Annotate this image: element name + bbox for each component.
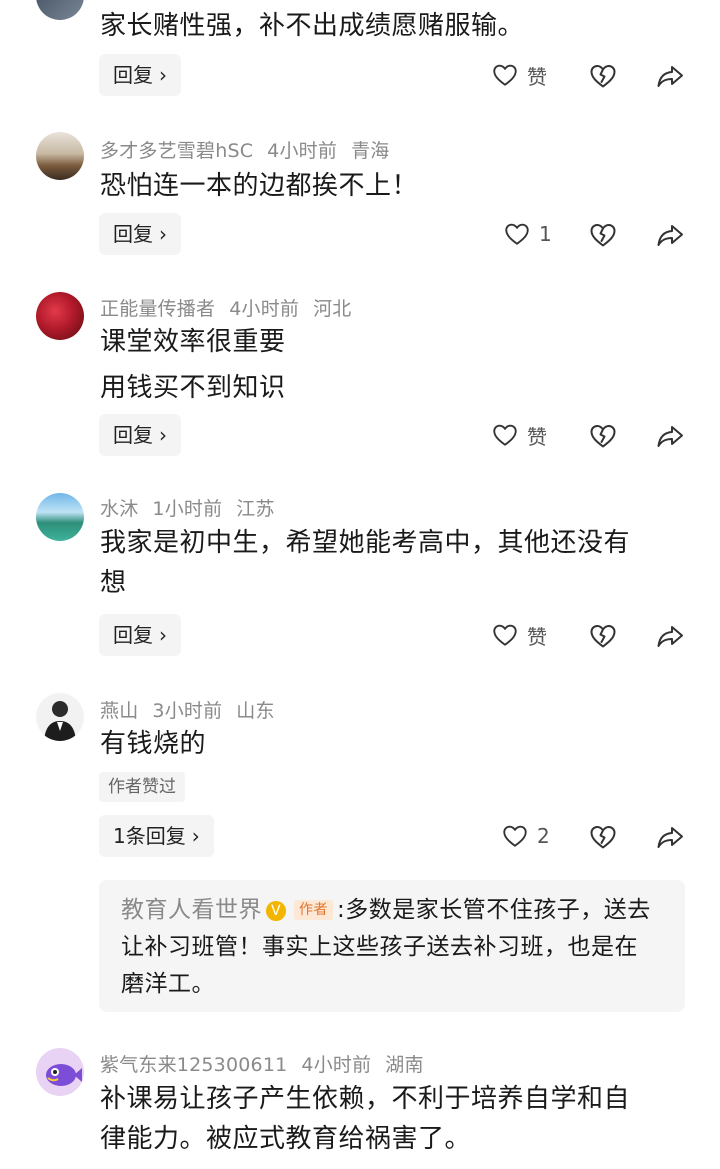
username[interactable]: 多才多艺雪碧hSC <box>100 140 253 162</box>
avatar[interactable] <box>36 132 84 180</box>
author-tag: 作者 <box>294 900 333 920</box>
author-liked-badge: 作者赞过 <box>99 772 185 802</box>
location: 江苏 <box>236 498 275 520</box>
chevron-right-icon: › <box>191 824 200 848</box>
reply-button[interactable]: 回复 › <box>99 54 181 96</box>
reply-label: 回复 <box>113 63 153 87</box>
comment-text: 家长赌性强，补不出成绩愿赌服输。 <box>100 11 525 41</box>
share-arrow-icon[interactable] <box>655 220 685 250</box>
timestamp: 3小时前 <box>152 700 223 722</box>
reply-button[interactable]: 回复 › <box>99 213 181 255</box>
username[interactable]: 正能量传播者 <box>100 298 215 320</box>
sub-reply-separator: : <box>337 897 346 923</box>
comment-line: 课堂效率很重要 <box>100 327 286 357</box>
location: 青海 <box>351 140 390 162</box>
comment-meta: 正能量传播者 4小时前 河北 <box>100 294 366 321</box>
reply-button[interactable]: 回复 › <box>99 614 181 656</box>
like-button[interactable]: 赞 <box>491 54 547 96</box>
location: 河北 <box>313 298 352 320</box>
heart-icon <box>491 421 519 449</box>
expand-replies-button[interactable]: 1条回复 › <box>99 815 214 857</box>
comment-text: 课堂效率很重要 用钱买不到知识 <box>100 322 690 408</box>
chevron-right-icon: › <box>159 623 167 647</box>
broken-heart-icon[interactable] <box>588 822 618 852</box>
like-count: 赞 <box>527 624 547 649</box>
like-button[interactable]: 赞 <box>491 414 547 456</box>
like-button[interactable]: 2 <box>501 815 550 857</box>
sub-reply-box[interactable]: 教育人看世界 V 作者:多数是家长管不住孩子，送去让补习班管！事实上这些孩子送去补习… <box>99 880 685 1012</box>
comment-line: 用钱买不到知识 <box>100 373 286 403</box>
broken-heart-icon[interactable] <box>588 621 618 651</box>
like-count: 赞 <box>527 64 547 89</box>
share-arrow-icon[interactable] <box>655 822 685 852</box>
like-count: 1 <box>539 222 552 246</box>
reply-label: 回复 <box>113 623 153 647</box>
timestamp: 4小时前 <box>301 1054 372 1076</box>
comment-text: 有钱烧的 <box>100 729 207 759</box>
share-arrow-icon[interactable] <box>655 421 685 451</box>
comment-meta: 燕山 3小时前 山东 <box>100 696 289 723</box>
chevron-right-icon: › <box>159 63 167 87</box>
share-arrow-icon[interactable] <box>655 621 685 651</box>
timestamp: 4小时前 <box>229 298 300 320</box>
heart-icon <box>491 61 519 89</box>
avatar[interactable] <box>36 292 84 340</box>
comment-meta: 水沐 1小时前 江苏 <box>100 494 289 521</box>
location: 湖南 <box>385 1054 424 1076</box>
reply-count-label: 1条回复 <box>113 824 186 848</box>
comment-meta: 紫气东来125300611 4小时前 湖南 <box>100 1050 438 1077</box>
verified-badge-icon: V <box>266 901 286 921</box>
like-count: 2 <box>537 824 550 848</box>
avatar[interactable] <box>36 693 84 741</box>
heart-icon <box>491 621 519 649</box>
comment-line: 补课易让孩子产生依赖，不利于培养自学和自 <box>100 1084 631 1114</box>
timestamp: 1小时前 <box>152 498 223 520</box>
person-suit-icon <box>44 701 76 741</box>
username[interactable]: 紫气东来125300611 <box>100 1054 287 1076</box>
comment-line: 律能力。被应式教育给祸害了。 <box>100 1124 472 1154</box>
chevron-right-icon: › <box>159 423 167 447</box>
comment-text: 恐怕连一本的边都挨不上！ <box>100 171 419 201</box>
comment-line: 我家是初中生，希望她能考高中，其他还没有 <box>100 528 631 558</box>
location: 山东 <box>236 700 275 722</box>
avatar[interactable] <box>36 0 84 20</box>
broken-heart-icon[interactable] <box>588 421 618 451</box>
broken-heart-icon[interactable] <box>588 61 618 91</box>
comment-text: 补课易让孩子产生依赖，不利于培养自学和自 律能力。被应式教育给祸害了。 <box>100 1079 690 1159</box>
comment-text: 我家是初中生，希望她能考高中，其他还没有 想 <box>100 523 690 603</box>
like-count: 赞 <box>527 424 547 449</box>
reply-label: 回复 <box>113 423 153 447</box>
reply-button[interactable]: 回复 › <box>99 414 181 456</box>
heart-icon <box>503 220 531 248</box>
avatar[interactable] <box>36 493 84 541</box>
reply-label: 回复 <box>113 222 153 246</box>
sub-reply-author[interactable]: 教育人看世界 <box>121 897 262 923</box>
chevron-right-icon: › <box>159 222 167 246</box>
like-button[interactable]: 1 <box>503 213 552 255</box>
like-button[interactable]: 赞 <box>491 614 547 656</box>
username[interactable]: 燕山 <box>100 700 138 722</box>
username[interactable]: 水沐 <box>100 498 138 520</box>
comment-meta: 多才多艺雪碧hSC 4小时前 青海 <box>100 136 403 163</box>
sub-reply-body: 教育人看世界 V 作者:多数是家长管不住孩子，送去让补习班管！事实上这些孩子送去补习… <box>121 892 661 1003</box>
heart-icon <box>501 822 529 850</box>
broken-heart-icon[interactable] <box>588 220 618 250</box>
share-arrow-icon[interactable] <box>655 61 685 91</box>
avatar[interactable] <box>36 1048 84 1096</box>
comment-line: 想 <box>100 568 127 598</box>
cartoon-fish-icon <box>46 1064 82 1086</box>
timestamp: 4小时前 <box>267 140 338 162</box>
